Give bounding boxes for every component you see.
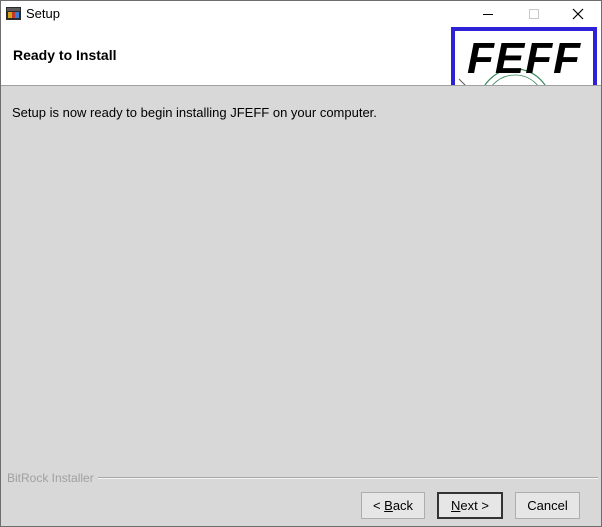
- footer-divider: [98, 477, 598, 479]
- jfeff-logo: FEFF: [451, 27, 597, 85]
- cancel-button[interactable]: Cancel: [515, 492, 580, 519]
- content-area: Setup is now ready to begin installing J…: [1, 86, 601, 526]
- next-mnemonic: N: [451, 498, 461, 513]
- header-panel: Ready to Install FEFF: [1, 27, 601, 86]
- setup-window: Setup Ready to Install FEFF Setup is now…: [0, 0, 602, 527]
- page-title: Ready to Install: [13, 47, 117, 63]
- back-mnemonic: B: [384, 498, 393, 513]
- logo-text: FEFF: [467, 34, 581, 83]
- minimize-icon: [483, 14, 493, 15]
- bitrock-installer-label: BitRock Installer: [7, 471, 94, 485]
- back-label-rest: ack: [392, 498, 414, 513]
- title-bar[interactable]: Setup: [1, 1, 601, 27]
- ready-message: Setup is now ready to begin installing J…: [12, 105, 377, 120]
- minimize-button[interactable]: [465, 1, 511, 27]
- maximize-button[interactable]: [511, 1, 557, 27]
- next-label-rest: ext >: [460, 498, 489, 513]
- window-title: Setup: [26, 6, 60, 21]
- back-prefix: <: [372, 498, 385, 513]
- back-button[interactable]: < Back: [361, 492, 425, 519]
- close-button[interactable]: [555, 1, 601, 27]
- close-icon: [572, 8, 584, 20]
- maximize-icon: [529, 9, 539, 19]
- app-icon: [6, 7, 21, 20]
- next-button[interactable]: Next >: [437, 492, 503, 519]
